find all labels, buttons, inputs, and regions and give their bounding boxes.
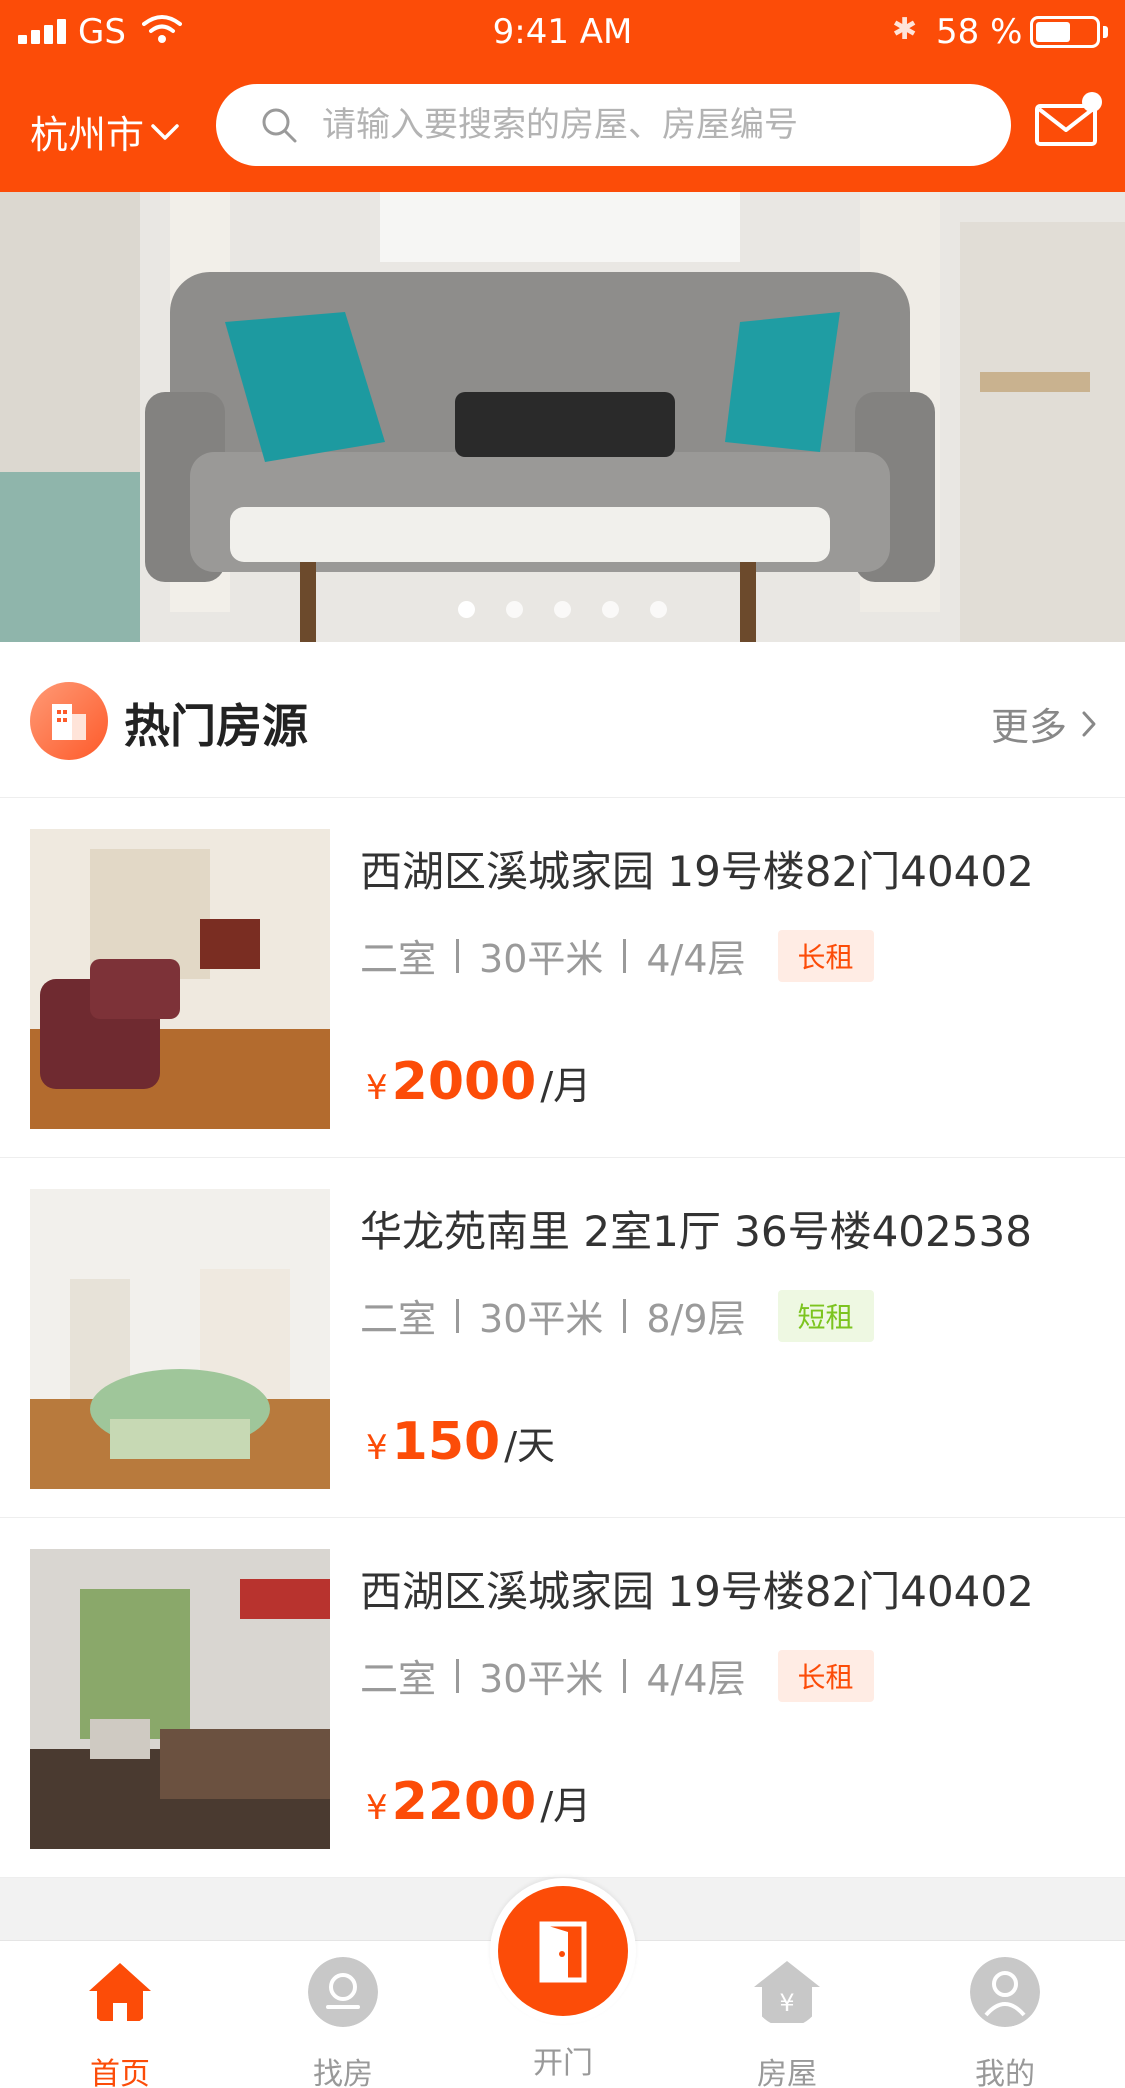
price-unit: /月 xyxy=(540,1064,592,1108)
banner-carousel[interactable] xyxy=(0,192,1125,642)
currency-symbol: ¥ xyxy=(366,1788,388,1828)
listing-rooms: 二室 xyxy=(360,937,437,981)
listing-area: 30平米 xyxy=(479,1657,604,1701)
listing-card[interactable]: 华龙苑南里 2室1厅 36号楼402538 二室 30平米 8/9层 短租 ¥ … xyxy=(0,1158,1125,1518)
carousel-dot[interactable] xyxy=(554,601,571,618)
tab-houses[interactable]: ¥ 房屋 xyxy=(707,1957,867,2088)
tab-home[interactable]: 首页 xyxy=(40,1957,200,2088)
listing-title: 西湖区溪城家园 19号楼82门40402 xyxy=(360,1567,1034,1616)
battery-icon xyxy=(1030,16,1100,48)
section-title: 热门房源 xyxy=(124,699,308,753)
divider xyxy=(456,1658,460,1693)
listing-photo xyxy=(30,829,330,1129)
divider xyxy=(623,938,627,973)
house-icon: ¥ xyxy=(754,1961,820,2023)
currency-symbol: ¥ xyxy=(366,1068,388,1108)
message-button[interactable] xyxy=(1034,92,1102,148)
listing-rooms: 二室 xyxy=(360,1297,437,1341)
search-icon xyxy=(262,108,297,143)
price-amount: 150 xyxy=(391,1412,501,1472)
listing-floor: 4/4层 xyxy=(646,1657,746,1701)
top-bar: GS 9:41 AM ✱ 58 % 杭州市 xyxy=(0,0,1125,192)
rent-type-badge: 长租 xyxy=(777,929,874,982)
home-icon xyxy=(89,1963,151,2021)
rent-type-badge: 短租 xyxy=(777,1289,874,1342)
search-input[interactable] xyxy=(322,105,1011,145)
more-label: 更多 xyxy=(990,705,1067,749)
listing-title: 西湖区溪城家园 19号楼82门40402 xyxy=(360,847,1034,896)
tab-label: 找房 xyxy=(313,2057,373,2088)
rent-type-badge: 长租 xyxy=(777,1649,874,1702)
listing-area: 30平米 xyxy=(479,1297,604,1341)
price-unit: /天 xyxy=(504,1424,555,1468)
listing-floor: 4/4层 xyxy=(646,937,746,981)
user-icon xyxy=(970,1957,1040,2027)
tab-label: 我的 xyxy=(975,2057,1035,2088)
search-bar[interactable] xyxy=(216,84,1011,166)
listing-photo xyxy=(30,1549,330,1849)
listing-price: ¥ 2000 /月 xyxy=(366,1052,591,1112)
listing-price: ¥ 150 /天 xyxy=(366,1412,555,1472)
carousel-indicators xyxy=(0,601,1125,618)
listing-price: ¥ 2200 /月 xyxy=(366,1772,591,1832)
tab-label: 首页 xyxy=(90,2057,150,2088)
building-icon xyxy=(30,682,108,760)
carousel-dot[interactable] xyxy=(602,601,619,618)
carousel-dot[interactable] xyxy=(506,601,523,618)
city-selector[interactable]: 杭州市 xyxy=(30,104,180,159)
price-unit: /月 xyxy=(540,1784,592,1828)
listing-title: 华龙苑南里 2室1厅 36号楼402538 xyxy=(360,1207,1032,1256)
listing-meta: 二室 30平米 4/4层 长租 xyxy=(360,928,874,983)
bluetooth-icon: ✱ xyxy=(892,12,918,47)
divider xyxy=(623,1298,627,1333)
tab-open-label: 开门 xyxy=(533,2046,593,2081)
listing-card[interactable]: 西湖区溪城家园 19号楼82门40402 二室 30平米 4/4层 长租 ¥ 2… xyxy=(0,798,1125,1158)
carousel-dot[interactable] xyxy=(650,601,667,618)
door-icon xyxy=(539,1921,587,1983)
price-amount: 2200 xyxy=(391,1772,537,1832)
divider xyxy=(456,1298,460,1333)
listing-meta: 二室 30平米 4/4层 长租 xyxy=(360,1648,874,1703)
carousel-dot[interactable] xyxy=(458,601,475,618)
tab-find[interactable]: 找房 xyxy=(263,1957,423,2088)
status-bar: GS 9:41 AM ✱ 58 % xyxy=(0,0,1125,66)
svg-text:¥: ¥ xyxy=(779,1989,794,2017)
listing-rooms: 二室 xyxy=(360,1657,437,1701)
banner-image xyxy=(0,192,1125,642)
listing-floor: 8/9层 xyxy=(646,1297,746,1341)
more-link[interactable]: 更多 xyxy=(991,696,1097,751)
open-door-button[interactable] xyxy=(498,1886,628,2016)
price-amount: 2000 xyxy=(391,1052,537,1112)
section-header: 热门房源 更多 xyxy=(0,642,1125,798)
divider xyxy=(623,1658,627,1693)
open-door-wrapper xyxy=(490,1878,636,2024)
listing-card[interactable]: 西湖区溪城家园 19号楼82门40402 二室 30平米 4/4层 长租 ¥ 2… xyxy=(0,1518,1125,1878)
listing-photo xyxy=(30,1189,330,1489)
listing-list: 西湖区溪城家园 19号楼82门40402 二室 30平米 4/4层 长租 ¥ 2… xyxy=(0,798,1125,1878)
listing-meta: 二室 30平米 8/9层 短租 xyxy=(360,1288,874,1343)
battery-percentage: 58 % xyxy=(936,12,1023,52)
tab-mine[interactable]: 我的 xyxy=(925,1957,1085,2088)
find-house-icon xyxy=(308,1957,378,2027)
city-label: 杭州市 xyxy=(30,113,145,157)
tab-label: 房屋 xyxy=(757,2057,817,2088)
unread-dot xyxy=(1082,92,1102,112)
listing-area: 30平米 xyxy=(479,937,604,981)
currency-symbol: ¥ xyxy=(366,1428,388,1468)
chevron-right-icon xyxy=(1082,711,1096,736)
chevron-down-icon xyxy=(151,123,179,140)
battery-cap xyxy=(1103,26,1108,38)
divider xyxy=(456,938,460,973)
